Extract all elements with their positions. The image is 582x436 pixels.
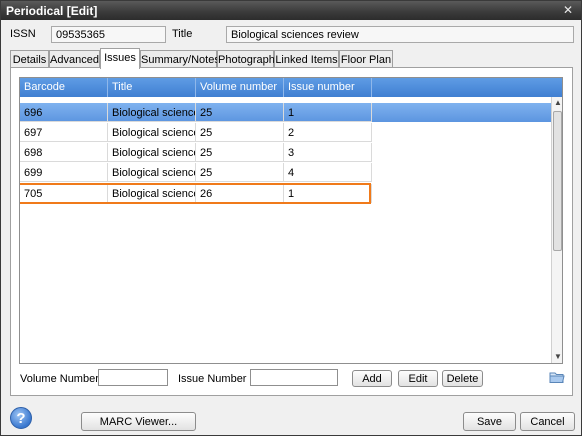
title-label: Title (172, 28, 193, 40)
add-button[interactable]: Add (352, 370, 392, 387)
issn-label: ISSN (10, 28, 36, 40)
table-row[interactable]: 699 Biological sciences rev 25 4 (20, 163, 551, 182)
volume-number-label: Volume Number (20, 373, 99, 385)
issue-cell: 1 (284, 103, 372, 122)
save-button[interactable]: Save (463, 412, 516, 431)
scrollbar-thumb[interactable] (553, 111, 562, 251)
column-header-issue[interactable]: Issue number (284, 78, 372, 97)
tab-summary-notes[interactable]: Summary/Notes (140, 50, 220, 68)
volume-cell: 25 (196, 163, 284, 182)
help-icon[interactable]: ? (10, 407, 32, 429)
issues-panel: Barcode Title Volume number Issue number… (10, 67, 573, 396)
barcode-cell: 697 (20, 123, 108, 142)
barcode-cell: 696 (20, 103, 108, 122)
column-header-barcode[interactable]: Barcode (20, 78, 108, 97)
issues-grid[interactable]: Barcode Title Volume number Issue number… (19, 77, 563, 364)
column-header-volume[interactable]: Volume number (196, 78, 284, 97)
volume-cell: 25 (196, 123, 284, 142)
issn-field[interactable]: 09535365 (51, 26, 166, 43)
marc-viewer-button[interactable]: MARC Viewer... (81, 412, 196, 431)
edit-button[interactable]: Edit (398, 370, 438, 387)
tab-advanced[interactable]: Advanced (49, 50, 100, 68)
table-row[interactable]: 696 Biological sciences rev 25 1 (20, 103, 551, 122)
issue-cell: 3 (284, 143, 372, 162)
volume-cell: 25 (196, 103, 284, 122)
periodical-edit-window: Periodical [Edit] ✕ ISSN 09535365 Title … (0, 0, 582, 436)
title-field[interactable]: Biological sciences review (226, 26, 574, 43)
table-row[interactable]: 698 Biological sciences rev 25 3 (20, 143, 551, 162)
table-row[interactable]: 705 Biological sciences rev 26 1 (20, 184, 551, 203)
tab-photograph[interactable]: Photograph (217, 50, 275, 68)
window-title: Periodical [Edit] (6, 4, 98, 18)
title-cell: Biological sciences rev (108, 123, 196, 142)
issue-cell: 1 (284, 184, 372, 203)
delete-button[interactable]: Delete (442, 370, 483, 387)
table-row[interactable]: 697 Biological sciences rev 25 2 (20, 123, 551, 142)
volume-number-input[interactable] (98, 369, 168, 386)
tab-floor-plan[interactable]: Floor Plan (339, 50, 393, 68)
tab-details[interactable]: Details (10, 50, 49, 68)
issue-cell: 2 (284, 123, 372, 142)
column-header-title[interactable]: Title (108, 78, 196, 97)
issue-number-input[interactable] (250, 369, 338, 386)
barcode-cell: 698 (20, 143, 108, 162)
tab-issues[interactable]: Issues (100, 48, 140, 69)
title-cell: Biological sciences rev (108, 163, 196, 182)
volume-cell: 25 (196, 143, 284, 162)
tab-linked-items[interactable]: Linked Items (274, 50, 339, 68)
title-bar[interactable]: Periodical [Edit] ✕ (1, 1, 581, 20)
vertical-scrollbar[interactable]: ▲ ▼ (551, 97, 562, 363)
barcode-cell: 699 (20, 163, 108, 182)
scroll-up-icon[interactable]: ▲ (552, 97, 562, 109)
issue-number-label: Issue Number (178, 373, 247, 385)
grid-header: Barcode Title Volume number Issue number (20, 78, 562, 97)
barcode-cell: 705 (20, 184, 108, 203)
title-cell: Biological sciences rev (108, 103, 196, 122)
volume-cell: 26 (196, 184, 284, 203)
folder-icon[interactable] (549, 370, 565, 384)
close-icon[interactable]: ✕ (561, 4, 575, 17)
cancel-button[interactable]: Cancel (520, 412, 575, 431)
issue-cell: 4 (284, 163, 372, 182)
title-cell: Biological sciences rev (108, 184, 196, 203)
title-cell: Biological sciences rev (108, 143, 196, 162)
scroll-down-icon[interactable]: ▼ (552, 351, 562, 363)
